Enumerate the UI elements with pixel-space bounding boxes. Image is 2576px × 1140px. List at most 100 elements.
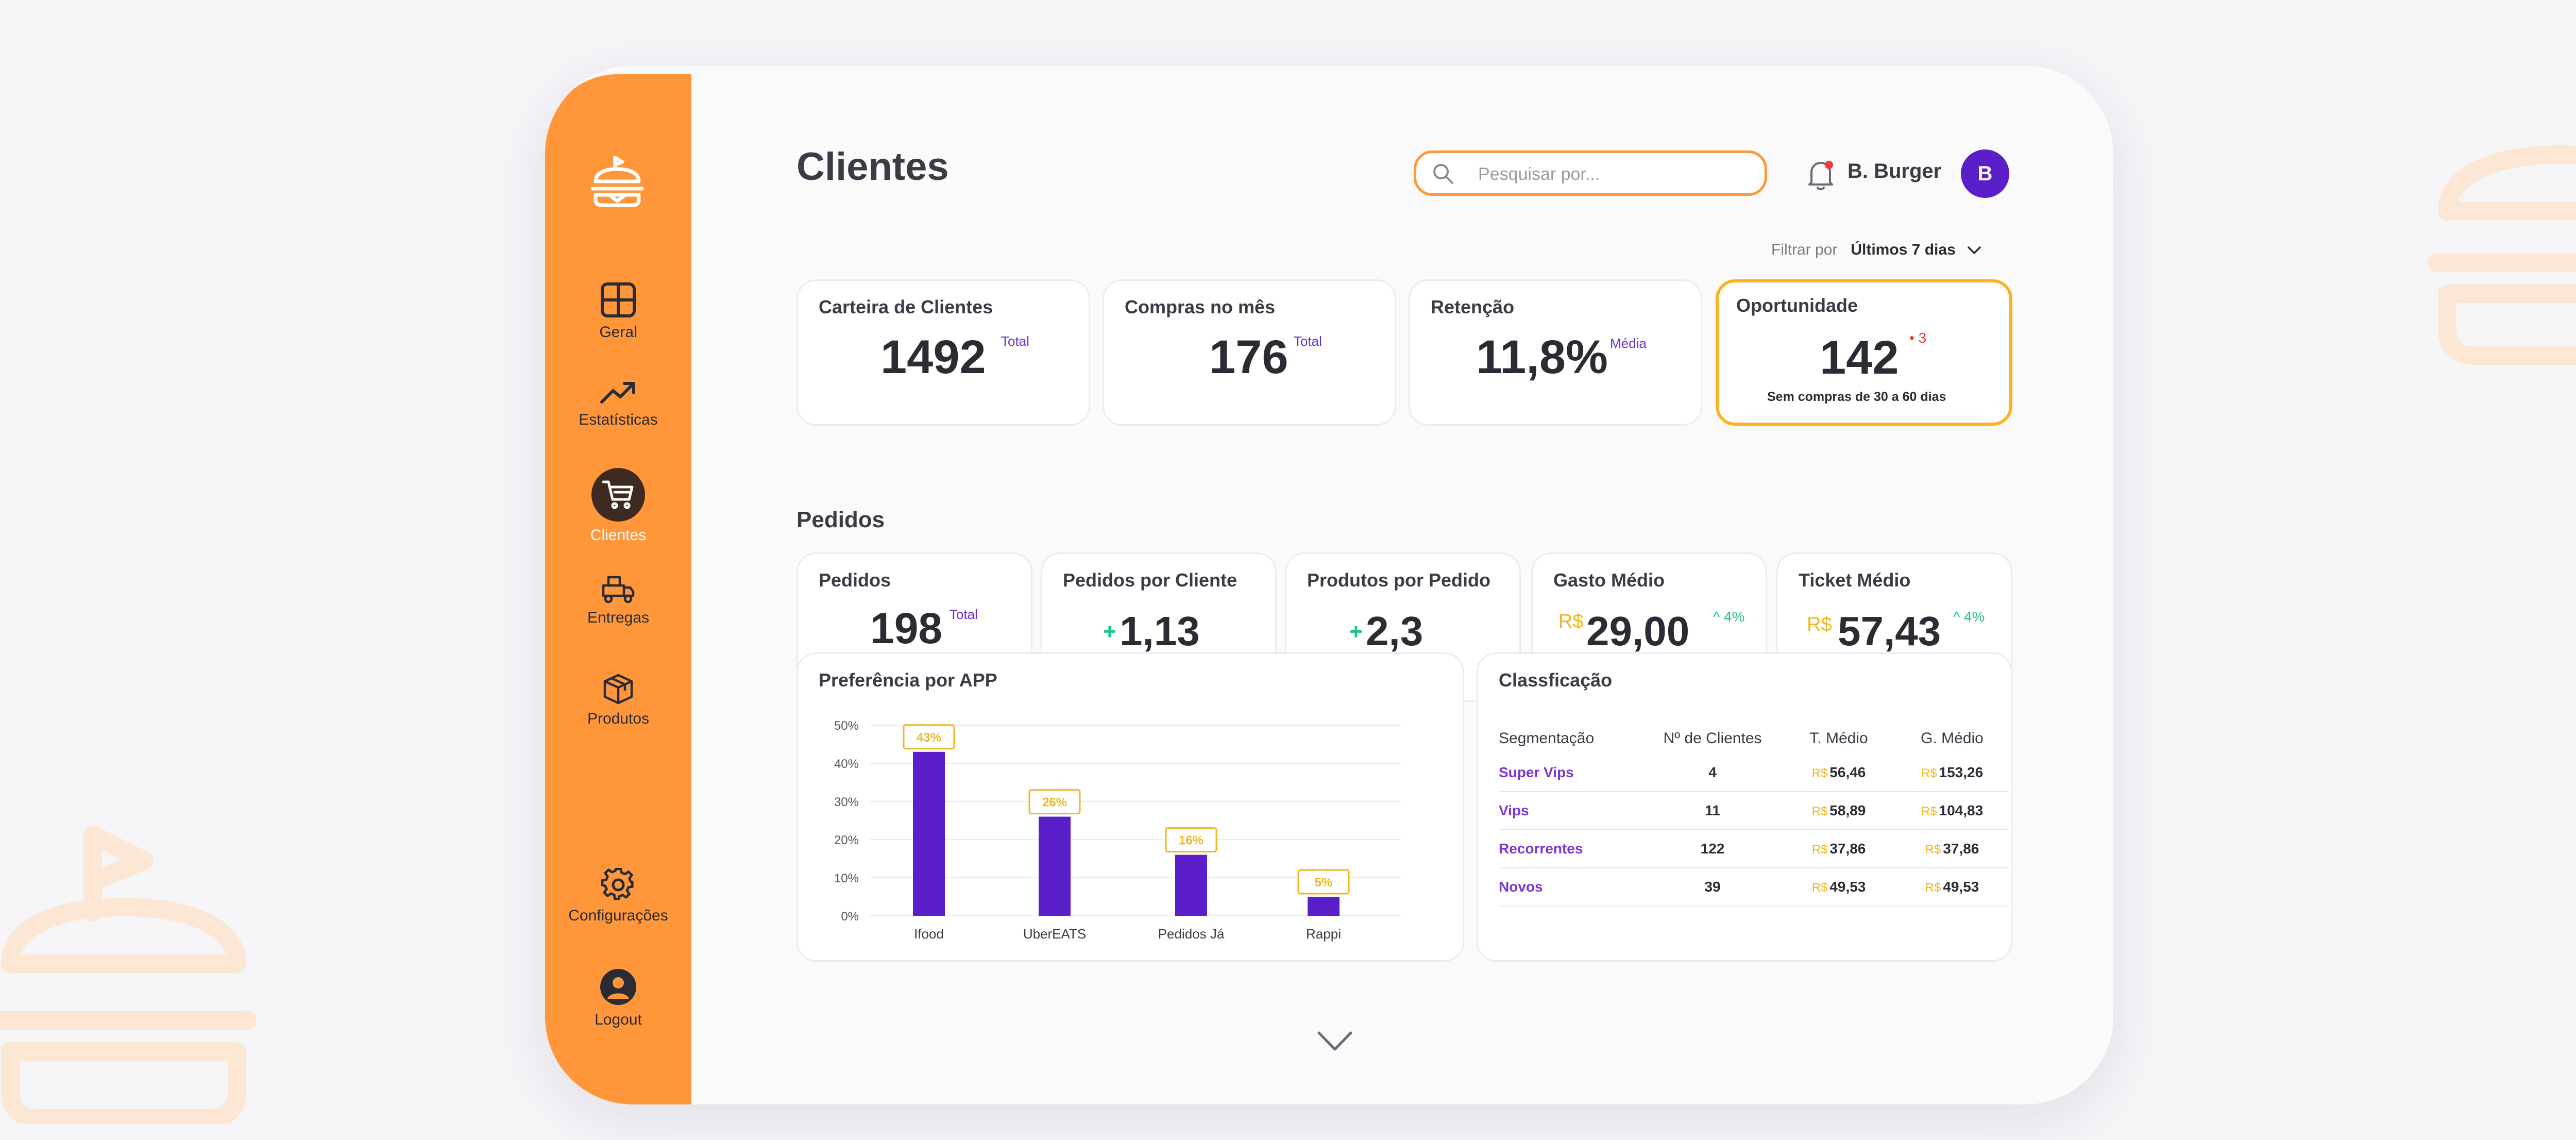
data-label: 43% [917, 731, 941, 745]
delivery-truck-icon [602, 576, 635, 603]
table-row[interactable]: Novos 39 R$ 49,53 R$ 49,53 [1499, 868, 2009, 907]
background-burger-icon-right [2427, 62, 2576, 366]
cell-value: 49,53 [1943, 879, 1979, 895]
burger-logo-icon [588, 152, 646, 209]
kpi-badge: • 3 [1909, 330, 1927, 346]
cell-value: 37,86 [1943, 841, 1979, 857]
notification-bell-icon[interactable] [1806, 159, 1835, 191]
sidebar-item-logout[interactable]: Logout [545, 968, 691, 1029]
table-cell: Super Vips [1499, 754, 1643, 792]
kpi-card-carteira: Carteira de Clientes 1492 Total [796, 279, 1090, 426]
sidebar-item-label: Configurações [568, 907, 668, 924]
kpi-tag: Total [1294, 333, 1322, 349]
cell-value: 153,26 [1939, 764, 1984, 780]
bar [1175, 854, 1207, 916]
x-tick-label: Ifood [914, 926, 944, 942]
cart-icon [602, 480, 634, 509]
data-label: 26% [1042, 796, 1067, 810]
search-input[interactable] [1477, 159, 1747, 189]
kpi-card-compras: Compras no mês 176 Total [1103, 279, 1396, 426]
table-cell: R$ 37,86 [1782, 830, 1895, 868]
table-row[interactable]: Super Vips 4 R$ 56,46 R$ 153,26 [1499, 754, 2009, 792]
column-header: T. Médio [1809, 730, 1868, 747]
classification-title: Classficação [1499, 669, 1613, 691]
table-cell: Recorrentes [1499, 830, 1643, 868]
kpi-badge-count: 3 [1918, 330, 1927, 346]
currency-symbol: R$ [1925, 843, 1941, 857]
kpi-title: Ticket Médio [1799, 569, 1911, 591]
kpi-value: 2,3 [1366, 608, 1423, 654]
sidebar-item-clientes[interactable]: Clientes [545, 468, 691, 544]
bar [913, 751, 945, 916]
cell-value: 4 [1708, 764, 1717, 780]
kpi-card-oportunidade[interactable]: Oportunidade 142 • 3 Sem compras de 30 a… [1716, 279, 2012, 426]
chevron-down-icon [1968, 246, 1981, 254]
kpi-title: Compras no mês [1125, 296, 1276, 317]
cell-value: Novos [1499, 879, 1543, 895]
x-tick-label: UberEATS [1023, 926, 1086, 942]
avatar[interactable]: B [1961, 149, 2009, 198]
kpi-title: Produtos por Pedido [1307, 569, 1490, 591]
column-header: G. Médio [1921, 730, 1984, 747]
table-cell: R$ 153,26 [1895, 754, 2009, 792]
table-row[interactable]: Vips 11 R$ 58,89 R$ 104,83 [1499, 792, 2009, 830]
active-indicator [591, 468, 645, 522]
kpi-value: 57,43 [1838, 608, 1941, 654]
kpi-title: Pedidos por Cliente [1063, 569, 1238, 591]
sidebar-item-geral[interactable]: Geral [545, 281, 691, 341]
kpi-title: Oportunidade [1736, 295, 1858, 316]
currency-symbol: R$ [1921, 766, 1937, 780]
period-filter[interactable]: Filtrar por Últimos 7 dias [1771, 241, 1981, 259]
currency-symbol: R$ [1811, 881, 1828, 895]
y-tick-label: 30% [834, 795, 859, 809]
page-title: Clientes [796, 145, 949, 189]
x-tick-label: Pedidos Já [1158, 926, 1225, 942]
search-icon [1433, 164, 1453, 184]
app-window: Geral Estatísticas Clientes Entregas Pro… [545, 66, 2113, 1104]
table-cell: Novos [1499, 868, 1643, 907]
currency-symbol: R$ [1925, 881, 1941, 895]
sidebar-item-label: Clientes [590, 527, 647, 544]
currency-symbol: R$ [1558, 611, 1584, 632]
sidebar-item-entregas[interactable]: Entregas [545, 575, 691, 627]
section-title-pedidos: Pedidos [796, 507, 885, 532]
kpi-change-value: 4% [1963, 609, 1985, 625]
table-cell: R$ 49,53 [1782, 868, 1895, 907]
y-tick-label: 20% [834, 833, 859, 847]
scroll-down-chevron-icon[interactable] [1317, 1030, 1353, 1052]
kpi-value: 1492 [880, 331, 986, 383]
kpi-title: Pedidos [819, 569, 891, 591]
cell-value: 56,46 [1829, 764, 1866, 780]
kpi-title: Retenção [1431, 296, 1515, 317]
cell-value: Vips [1499, 802, 1529, 818]
table-row[interactable]: Recorrentes 122 R$ 37,86 R$ 37,86 [1499, 830, 2009, 868]
bar [1039, 816, 1071, 916]
grid-icon [601, 282, 636, 317]
table-cell: 122 [1643, 830, 1782, 868]
chart-card-preferencia: Preferência por APP 0% 10% 20% 30% 40% 50% 43%… [796, 652, 1464, 962]
kpi-value: 142 [1820, 331, 1899, 384]
search-box[interactable] [1414, 150, 1767, 196]
table-cell: Vips [1499, 792, 1643, 830]
currency-symbol: R$ [1811, 766, 1828, 780]
filter-label: Filtrar por [1771, 241, 1838, 258]
kpi-value: 198 [870, 604, 943, 652]
bar-chart: 0% 10% 20% 30% 40% 50% 43% Ifood 26% UberEATS 16% P… [834, 719, 1401, 942]
cell-value: 11 [1705, 802, 1720, 818]
table-cell: R$ 37,86 [1895, 830, 2009, 868]
y-tick-label: 10% [834, 871, 859, 885]
table-cell: 11 [1643, 792, 1782, 830]
table-cell: R$ 49,53 [1895, 868, 2009, 907]
user-name: B. Burger [1848, 160, 1942, 182]
sidebar: Geral Estatísticas Clientes Entregas Pro… [545, 74, 691, 1104]
trending-up-icon [600, 382, 635, 404]
x-tick-label: Rappi [1306, 926, 1341, 942]
sidebar-item-estatisticas[interactable]: Estatísticas [545, 379, 691, 429]
sidebar-item-label: Logout [595, 1011, 642, 1028]
cell-value: 49,53 [1829, 879, 1866, 895]
classification-card: Classficação Segmentação Nº de Clientes … [1477, 652, 2012, 962]
currency-symbol: R$ [1811, 804, 1828, 818]
currency-symbol: R$ [1811, 843, 1828, 857]
sidebar-item-configuracoes[interactable]: Configurações [545, 868, 691, 925]
sidebar-item-produtos[interactable]: Produtos [545, 673, 691, 728]
